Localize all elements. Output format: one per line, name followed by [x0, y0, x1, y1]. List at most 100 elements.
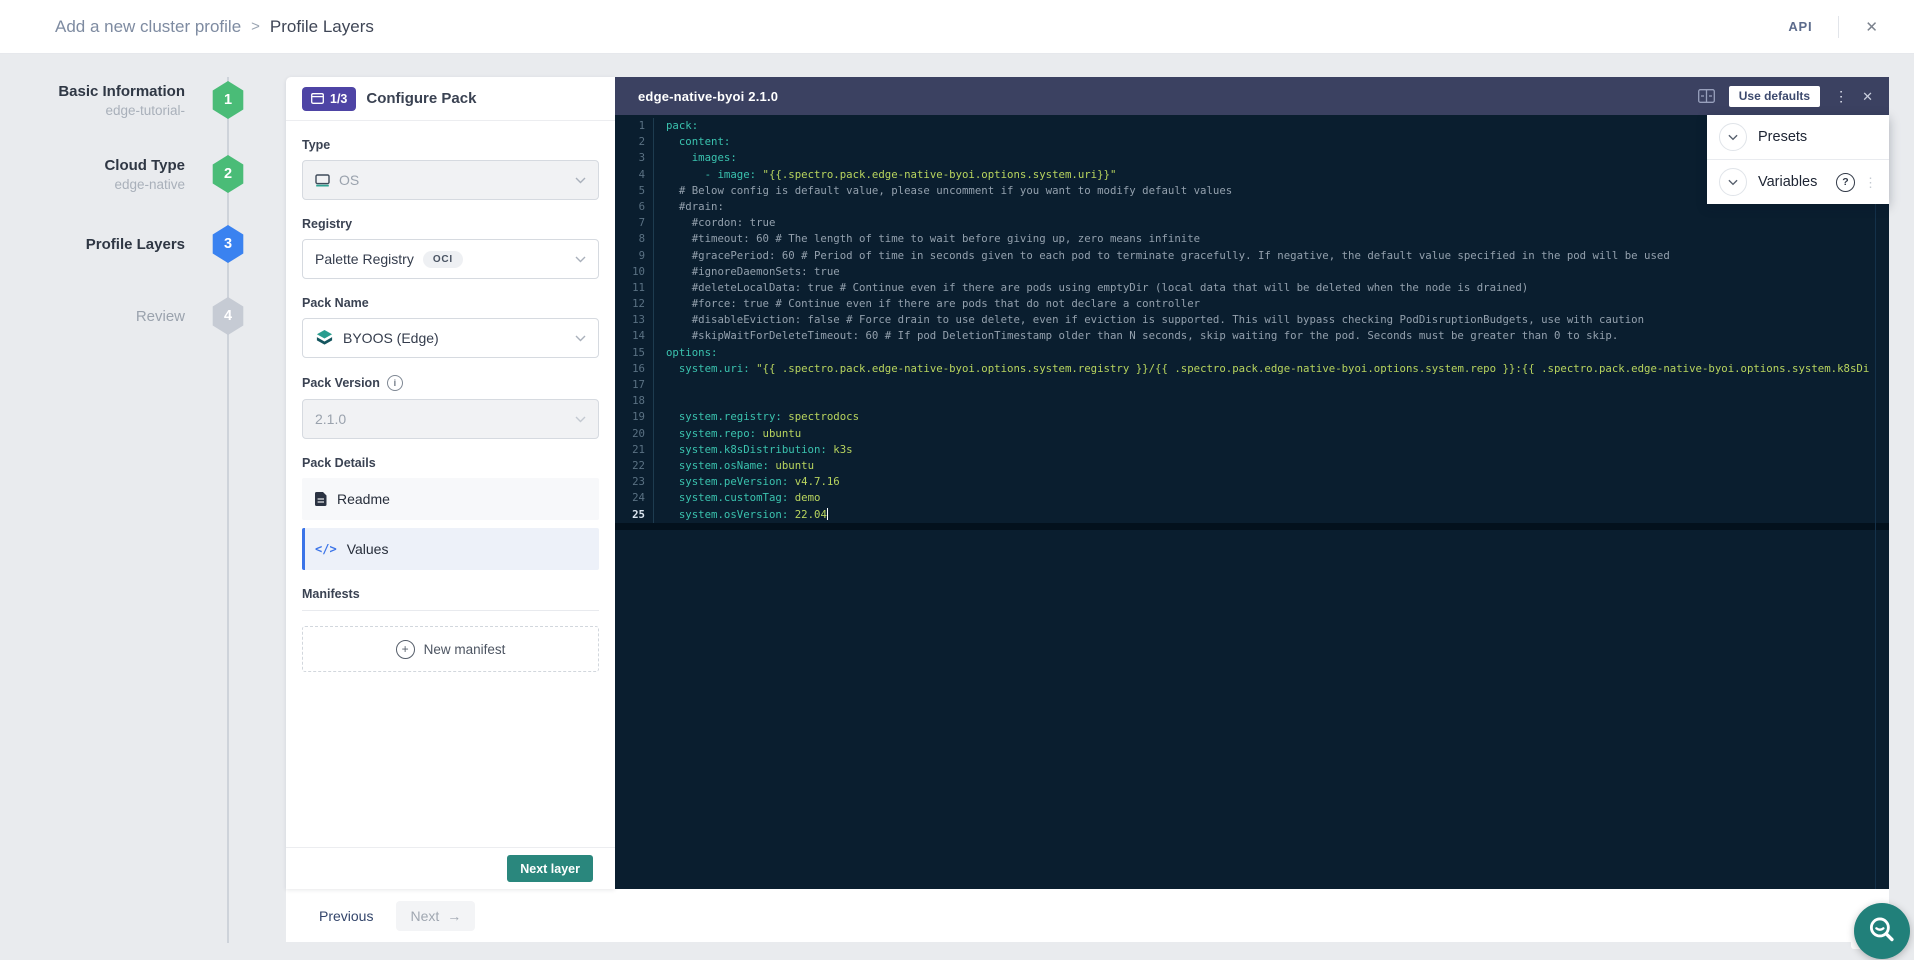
info-icon[interactable]: i [387, 375, 403, 391]
editor-menu-icon[interactable]: ⋮ [1834, 89, 1848, 103]
line-text: - image: "{{.spectro.pack.edge-native-by… [653, 167, 1889, 183]
os-layer-icon [315, 174, 330, 187]
help-icon[interactable]: ? [1836, 173, 1855, 192]
registry-select[interactable]: Palette Registry OCI [302, 239, 599, 279]
type-value: OS [339, 172, 359, 188]
line-number: 10 [615, 264, 645, 280]
new-manifest-button[interactable]: + New manifest [302, 626, 599, 672]
panel-row-variables[interactable]: Variables?⋮ [1707, 159, 1889, 204]
code-line[interactable]: 20 system.repo: ubuntu [615, 426, 1889, 442]
step-hexagon-badge: 1 [211, 81, 245, 119]
pack-version-select[interactable]: 2.1.0 [302, 399, 599, 439]
diff-view-icon[interactable] [1698, 89, 1715, 103]
line-text: system.uri: "{{ .spectro.pack.edge-nativ… [653, 361, 1889, 377]
line-text [653, 377, 1889, 393]
code-line[interactable]: 10 #ignoreDaemonSets: true [615, 264, 1889, 280]
help-search-fab[interactable] [1854, 903, 1910, 959]
panel-row-presets[interactable]: Presets [1707, 115, 1889, 159]
pack-details-label: Pack Details [302, 456, 599, 470]
pack-version-label-text: Pack Version [302, 376, 380, 390]
line-text: content: [653, 134, 1889, 150]
chevron-down-icon [575, 335, 586, 342]
code-line[interactable]: 22 system.osName: ubuntu [615, 458, 1889, 474]
step-title: Profile Layers [86, 236, 185, 253]
line-number: 25 [615, 507, 645, 523]
code-line[interactable]: 17 [615, 377, 1889, 393]
next-button[interactable]: Next → [396, 901, 475, 931]
step-title: Cloud Type [104, 157, 185, 174]
editor-close-icon[interactable]: ✕ [1862, 90, 1873, 103]
line-text: pack: [653, 118, 1889, 134]
chevron-down-circle-icon[interactable] [1719, 168, 1747, 196]
code-line[interactable]: 9 #gracePeriod: 60 # Period of time in s… [615, 248, 1889, 264]
line-number: 8 [615, 231, 645, 247]
api-button[interactable]: API [1782, 18, 1818, 35]
code-line[interactable]: 14 #skipWaitForDeleteTimeout: 60 # If po… [615, 328, 1889, 344]
presets-variables-panel: PresetsVariables?⋮ [1707, 115, 1889, 204]
close-wizard-icon[interactable]: ✕ [1859, 17, 1884, 37]
yaml-code-area[interactable]: 1 pack:2 content:3 images:4 - image: "{{.… [615, 115, 1889, 889]
code-line[interactable]: 25 system.osVersion: 22.04 [615, 507, 1889, 523]
code-line[interactable]: 11 #deleteLocalData: true # Continue eve… [615, 280, 1889, 296]
code-line[interactable]: 7 #cordon: true [615, 215, 1889, 231]
code-line[interactable]: 15options: [615, 345, 1889, 361]
line-number: 14 [615, 328, 645, 344]
chevron-down-icon [575, 416, 586, 423]
line-number: 13 [615, 312, 645, 328]
values-tab[interactable]: </> Values [302, 528, 599, 570]
topbar-divider [1838, 16, 1839, 38]
code-line[interactable]: 13 #disableEviction: false # Force drain… [615, 312, 1889, 328]
line-number: 1 [615, 118, 645, 134]
next-layer-button[interactable]: Next layer [507, 855, 593, 882]
code-line[interactable]: 3 images: [615, 150, 1889, 166]
row-menu-icon[interactable]: ⋮ [1864, 176, 1877, 189]
editor-actions: Use defaults ⋮ ✕ [1698, 86, 1873, 107]
stepper-step-basic-information[interactable]: Basic Informationedge-tutorial-1 [0, 78, 245, 122]
code-line[interactable]: 2 content: [615, 134, 1889, 150]
readme-tab[interactable]: Readme [302, 478, 599, 520]
current-line-band [615, 523, 1889, 530]
code-line[interactable]: 1 pack: [615, 118, 1889, 134]
readme-tab-label: Readme [337, 491, 390, 507]
code-line[interactable]: 8 #timeout: 60 # The length of time to w… [615, 231, 1889, 247]
values-tab-label: Values [347, 541, 389, 557]
code-line[interactable]: 16 system.uri: "{{ .spectro.pack.edge-na… [615, 361, 1889, 377]
line-text: system.osVersion: 22.04 [653, 507, 1889, 523]
use-defaults-button[interactable]: Use defaults [1729, 86, 1820, 107]
topbar-actions: API ✕ [1782, 16, 1884, 38]
line-number: 5 [615, 183, 645, 199]
type-select[interactable]: OS [302, 160, 599, 200]
chevron-down-circle-icon[interactable] [1719, 123, 1747, 151]
line-number: 19 [615, 409, 645, 425]
code-line[interactable]: 12 #force: true # Continue even if there… [615, 296, 1889, 312]
step-labels: Review [136, 308, 185, 325]
code-line[interactable]: 6 #drain: [615, 199, 1889, 215]
line-number: 18 [615, 393, 645, 409]
code-line[interactable]: 21 system.k8sDistribution: k3s [615, 442, 1889, 458]
line-number: 7 [615, 215, 645, 231]
stepper-step-profile-layers[interactable]: Profile Layers3 [0, 222, 245, 266]
manifests-label: Manifests [302, 587, 599, 601]
previous-button[interactable]: Previous [313, 907, 379, 925]
pack-name-select[interactable]: BYOOS (Edge) [302, 318, 599, 358]
step-sublabel: edge-tutorial- [58, 103, 185, 118]
breadcrumb-parent-link[interactable]: Add a new cluster profile [55, 17, 241, 37]
line-number: 17 [615, 377, 645, 393]
registry-oci-badge: OCI [423, 251, 463, 268]
stepper-connector-line [227, 77, 229, 943]
code-line[interactable]: 24 system.customTag: demo [615, 490, 1889, 506]
code-line[interactable]: 18 [615, 393, 1889, 409]
registry-label: Registry [302, 217, 599, 231]
breadcrumb-current: Profile Layers [270, 17, 374, 37]
code-line[interactable]: 23 system.peVersion: v4.7.16 [615, 474, 1889, 490]
code-line[interactable]: 5 # Below config is default value, pleas… [615, 183, 1889, 199]
line-number: 15 [615, 345, 645, 361]
panel-row-label: Variables [1758, 174, 1817, 190]
panel-row-actions: ?⋮ [1836, 173, 1877, 192]
configure-pack-body: Type OS Registry Palette Registry OCI Pa… [286, 121, 615, 847]
stepper-step-review[interactable]: Review4 [0, 294, 245, 338]
code-line[interactable]: 4 - image: "{{.spectro.pack.edge-native-… [615, 167, 1889, 183]
code-line[interactable]: 19 system.registry: spectrodocs [615, 409, 1889, 425]
editor-scrollbar-track[interactable] [1875, 115, 1876, 889]
stepper-step-cloud-type[interactable]: Cloud Typeedge-native2 [0, 152, 245, 196]
